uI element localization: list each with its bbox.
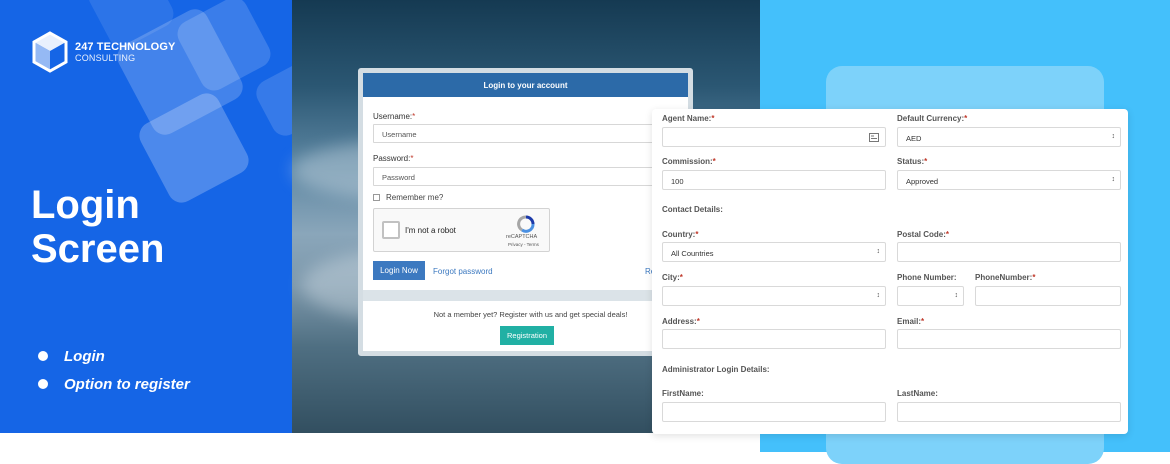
email-input[interactable]: [897, 329, 1121, 349]
first-name-input[interactable]: [662, 402, 886, 422]
address-label: Address:*: [662, 317, 700, 326]
recaptcha-widget: I'm not a robot reCAPTCHA Privacy - Term…: [373, 208, 550, 252]
left-panel: 247 TECHNOLOGY CONSULTING Login Screen L…: [0, 0, 292, 433]
status-label: Status:*: [897, 157, 928, 166]
address-input[interactable]: [662, 329, 886, 349]
decorative-square: [251, 59, 292, 141]
forgot-password-link[interactable]: Forgot password: [433, 267, 493, 276]
commission-input[interactable]: 100: [662, 170, 886, 190]
bullet-icon: [38, 351, 48, 361]
last-name-label: LastName:: [897, 389, 938, 398]
first-name-label: FirstName:: [662, 389, 704, 398]
recaptcha-icon: [517, 215, 535, 233]
login-card: Login to your account Username:* Usernam…: [358, 68, 693, 356]
hero-line-1: Login: [31, 183, 140, 227]
login-divider: [363, 290, 688, 301]
email-label: Email:*: [897, 317, 925, 326]
username-label: Username:*: [373, 112, 416, 121]
agent-form-card: Agent Name:* Default Currency:* AED Comm…: [652, 109, 1128, 434]
recaptcha-label: I'm not a robot: [405, 226, 456, 235]
country-select[interactable]: All Countries: [662, 242, 886, 262]
hero-line-2: Screen: [31, 227, 165, 271]
country-label: Country:*: [662, 230, 699, 239]
commission-label: Commission:*: [662, 157, 716, 166]
id-card-icon: [869, 133, 879, 142]
hero-title: Login Screen: [31, 183, 164, 271]
status-value: Approved: [906, 177, 939, 186]
bullet-icon: [38, 379, 48, 389]
remember-me[interactable]: Remember me?: [373, 193, 443, 202]
feature-list: Login Option to register: [38, 342, 190, 398]
agent-name-input[interactable]: [662, 127, 886, 147]
country-value: All Countries: [671, 249, 714, 258]
status-select[interactable]: Approved: [897, 170, 1121, 190]
city-label: City:*: [662, 273, 683, 282]
login-header: Login to your account: [363, 73, 688, 97]
last-name-input[interactable]: [897, 402, 1121, 422]
username-input[interactable]: Username: [373, 124, 688, 143]
postal-code-input[interactable]: [897, 242, 1121, 262]
postal-code-label: Postal Code:*: [897, 230, 950, 239]
registration-button[interactable]: Registration: [500, 326, 554, 345]
member-text: Not a member yet? Register with us and g…: [433, 310, 628, 319]
phone-number-2-label: PhoneNumber:*: [975, 273, 1036, 282]
agent-name-label: Agent Name:*: [662, 114, 715, 123]
remember-me-label: Remember me?: [386, 193, 444, 202]
page: 247 TECHNOLOGY CONSULTING Login Screen L…: [0, 0, 1170, 464]
brand-subtitle: CONSULTING: [75, 52, 136, 63]
commission-value: 100: [671, 177, 684, 186]
phone-number-input[interactable]: [975, 286, 1121, 306]
default-currency-select[interactable]: AED: [897, 127, 1121, 147]
feature-item: Login: [38, 342, 190, 370]
password-input[interactable]: Password: [373, 167, 688, 186]
brand-logo: 247 TECHNOLOGY CONSULTING: [31, 31, 175, 73]
remember-me-checkbox[interactable]: [373, 194, 380, 201]
recaptcha-checkbox[interactable]: [382, 221, 400, 239]
city-select[interactable]: [662, 286, 886, 306]
admin-login-heading: Administrator Login Details:: [662, 365, 770, 374]
default-currency-value: AED: [906, 134, 922, 143]
phone-code-select[interactable]: [897, 286, 964, 306]
cube-logo-icon: [32, 31, 68, 73]
contact-details-heading: Contact Details:: [662, 205, 723, 214]
phone-number-label: Phone Number:: [897, 273, 957, 282]
login-button[interactable]: Login Now: [373, 261, 425, 280]
feature-label: Option to register: [64, 375, 190, 393]
password-label: Password:*: [373, 154, 414, 163]
feature-label: Login: [64, 347, 105, 365]
recaptcha-terms[interactable]: Privacy - Terms: [508, 242, 539, 247]
feature-item: Option to register: [38, 370, 190, 398]
recaptcha-brand: reCAPTCHA: [506, 234, 538, 240]
brand-title: 247 TECHNOLOGY: [75, 40, 176, 53]
default-currency-label: Default Currency:*: [897, 114, 968, 123]
